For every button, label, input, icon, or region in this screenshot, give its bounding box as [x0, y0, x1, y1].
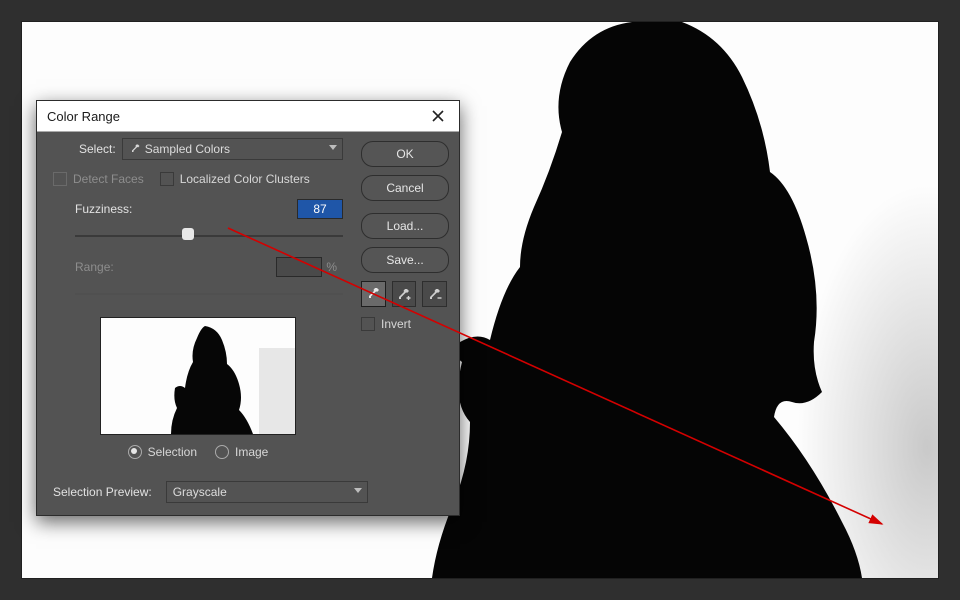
cancel-button[interactable]: Cancel [361, 175, 449, 201]
selection-preview-thumbnail [100, 317, 296, 435]
fuzziness-label: Fuzziness: [75, 202, 132, 216]
fuzziness-input[interactable]: 87 [297, 199, 343, 219]
load-button[interactable]: Load... [361, 213, 449, 239]
detect-faces-checkbox: Detect Faces [53, 172, 144, 186]
ok-button[interactable]: OK [361, 141, 449, 167]
save-button[interactable]: Save... [361, 247, 449, 273]
range-slider [75, 285, 343, 303]
dialog-titlebar[interactable]: Color Range [37, 101, 459, 132]
eyedropper-minus-tool[interactable] [422, 281, 447, 307]
eyedropper-icon [129, 143, 141, 155]
color-range-dialog: Color Range Select: Sampled Colors Detec… [36, 100, 460, 516]
dialog-title: Color Range [47, 109, 120, 124]
invert-checkbox[interactable]: Invert [361, 317, 431, 331]
chevron-down-icon [329, 145, 337, 150]
image-radio[interactable]: Image [215, 445, 268, 459]
chevron-down-icon [354, 488, 362, 493]
percent-label: % [326, 260, 337, 274]
selection-radio[interactable]: Selection [128, 445, 197, 459]
fuzziness-slider[interactable] [75, 227, 343, 245]
select-value: Sampled Colors [145, 142, 230, 156]
select-dropdown[interactable]: Sampled Colors [122, 138, 343, 160]
eyedropper-tool[interactable] [361, 281, 386, 307]
selection-preview-dropdown[interactable]: Grayscale [166, 481, 368, 503]
range-input [276, 257, 322, 277]
close-icon[interactable] [427, 105, 449, 127]
range-label: Range: [75, 260, 114, 274]
eyedropper-plus-tool[interactable] [392, 281, 417, 307]
select-label: Select: [79, 142, 116, 156]
localized-color-clusters-checkbox[interactable]: Localized Color Clusters [160, 172, 310, 186]
selection-preview-label: Selection Preview: [53, 485, 152, 499]
